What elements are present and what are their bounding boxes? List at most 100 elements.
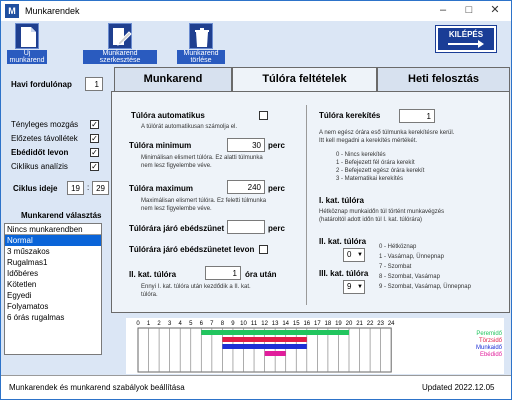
tab-munkarend[interactable]: Munkarend [114, 67, 232, 91]
tenyleges-mozgas-checkbox[interactable]: ✓ [90, 120, 99, 129]
hour-tick-label: 14 [282, 321, 289, 327]
kerekites-input[interactable]: 1 [399, 109, 435, 123]
exit-label: KILÉPÉS [448, 30, 484, 39]
kerekites-label: Túlóra kerekítés [319, 111, 381, 120]
minimize-icon[interactable]: – [431, 1, 455, 21]
i-kat-hint2: (határoltól adott időn túl I. kat. túlór… [319, 217, 423, 223]
timeline-bar-peremido[interactable] [201, 330, 349, 335]
ii-kat-select-value: 0 [347, 250, 352, 259]
hour-tick-label: 13 [272, 321, 279, 327]
ebedszunet-unit: perc [268, 224, 285, 233]
hour-tick-label: 4 [179, 321, 183, 327]
list-item[interactable]: Rugalmas1 [5, 257, 101, 268]
timeline-bar-munkaido[interactable] [222, 344, 307, 349]
ii-kat-unit: óra után [245, 270, 277, 279]
tab-tulora-feltetelek[interactable]: Túlóra feltételek [232, 67, 377, 92]
day-option: 0 - Hétköznap [379, 244, 417, 250]
ii-kat-hint2: túlóra. [141, 292, 158, 298]
app-window: M Munkarendek – □ ✕ Új munkarend Munkare… [0, 0, 512, 400]
ciklus-min-input[interactable]: 29 [92, 181, 109, 195]
ciklus-hour-input[interactable]: 19 [67, 181, 84, 195]
tab-bar: Munkarend Túlóra feltételek Heti feloszt… [111, 67, 511, 92]
hour-tick-label: 8 [221, 321, 225, 327]
arrow-right-icon [448, 40, 484, 48]
new-schedule-label: Új munkarend [7, 50, 47, 64]
list-item[interactable]: Nincs munkarendben [5, 224, 101, 235]
list-item[interactable]: Normal [5, 235, 101, 246]
tulora-auto-label: Túlóra automatikus [131, 111, 205, 120]
kerekites-option: 1 - Befejezett fél órára kerekít [336, 160, 415, 166]
hour-tick-label: 11 [251, 321, 258, 327]
ii-kat-hint1: Ennyi I. kat. túlóra után kezdődik a II.… [141, 284, 251, 290]
tulora-min-unit: perc [268, 141, 285, 150]
ebedszunet-input[interactable] [227, 220, 265, 234]
ebed-levon-checkbox[interactable] [259, 245, 268, 254]
havi-fordulonap-input[interactable]: 1 [85, 77, 103, 91]
hour-tick-label: 6 [200, 321, 204, 327]
hour-tick-label: 24 [388, 321, 395, 327]
exit-button[interactable]: KILÉPÉS [435, 25, 497, 53]
list-item[interactable]: Kötetlen [5, 279, 101, 290]
timeline-bar-torzsido[interactable] [222, 337, 307, 342]
ciklikus-analizis-label: Ciklikus analízis [11, 162, 68, 171]
tulora-min-hint2: nem lesz figyelembe véve. [141, 163, 212, 169]
title-bar: M Munkarendek – □ ✕ [1, 1, 511, 21]
schedule-listbox[interactable]: Nincs munkarendben Normal 3 műszakos Rug… [4, 223, 102, 355]
hour-tick-label: 22 [367, 321, 374, 327]
list-item[interactable]: Egyedi [5, 290, 101, 301]
ii-kat-label: II. kat. túlóra [129, 270, 177, 279]
close-icon[interactable]: ✕ [483, 1, 507, 21]
window-title: Munkarendek [25, 6, 80, 16]
hour-tick-label: 23 [377, 321, 384, 327]
tulora-min-input[interactable]: 30 [227, 138, 265, 152]
timeline-bar-ebedido[interactable] [264, 351, 286, 356]
toolbar: Új munkarend Munkarend szerkesztése Munk… [1, 21, 511, 65]
list-item[interactable]: Folyamatos [5, 301, 101, 312]
hour-tick-label: 12 [261, 321, 268, 327]
daily-timeline[interactable]: 0 1 2 3 4 5 6 7 8 9 10 11 12 13 14 15 16 17 18 19 20 21 22 23 24… [126, 318, 504, 374]
delete-schedule-button[interactable]: Munkarend törlése [177, 23, 225, 64]
tulora-auto-checkbox[interactable] [259, 111, 268, 120]
ii-kat-select[interactable]: 0 ▼ [343, 248, 365, 262]
elozetes-tavollet-label: Előzetes távollétek [11, 134, 78, 143]
kerekites-hint2: Itt kell megadni a kerekítés mértékét. [319, 138, 418, 144]
hour-tick-label: 3 [168, 321, 172, 327]
status-bar: Munkarendek és munkarend szabályok beáll… [1, 375, 511, 399]
tulora-auto-hint: A túlórát automatikusan számolja el. [141, 124, 238, 130]
hour-tick-label: 20 [346, 321, 353, 327]
hour-tick-label: 1 [147, 321, 151, 327]
iii-kat-select[interactable]: 9 ▼ [343, 280, 365, 294]
new-schedule-button[interactable]: Új munkarend [7, 23, 47, 64]
iii-kat-select-value: 9 [347, 282, 352, 291]
edit-schedule-button[interactable]: Munkarend szerkesztése [83, 23, 157, 64]
tulora-max-input[interactable]: 240 [227, 180, 265, 194]
elozetes-tavollet-checkbox[interactable]: ✓ [90, 134, 99, 143]
list-item[interactable]: 3 műszakos [5, 246, 101, 257]
delete-schedule-label: Munkarend törlése [177, 50, 225, 64]
ebed-levon-label: Túlórára járó ebédszünetet levon [129, 245, 255, 254]
ii-kat-input[interactable]: 1 [205, 266, 241, 280]
panel-divider [306, 105, 307, 305]
hour-tick-label: 7 [210, 321, 214, 327]
kerekites-option: 2 - Befejezett egész órára kerekít [336, 168, 425, 174]
updated-text: Updated 2022.12.05 [422, 383, 495, 392]
day-option: 9 - Szombat, Vasárnap, Ünnepnap [379, 284, 471, 290]
hour-tick-label: 16 [303, 321, 310, 327]
hour-tick-label: 18 [325, 321, 332, 327]
edit-document-icon [108, 23, 132, 49]
legend-label-torzsido: Törzsidő [479, 338, 503, 344]
chevron-down-icon: ▼ [357, 252, 363, 258]
list-item[interactable]: Időbéres [5, 268, 101, 279]
legend-label-munkaido: Munkaidő [476, 345, 503, 351]
list-item[interactable]: 6 órás rugalmas [5, 312, 101, 323]
time-colon: : [87, 183, 90, 192]
tulora-max-hint1: Maximálisan elismert túlóra. Ez feletti … [141, 198, 267, 204]
chevron-down-icon: ▼ [357, 284, 363, 290]
tab-heti-felosztas[interactable]: Heti felosztás [377, 67, 510, 91]
hour-tick-label: 17 [314, 321, 321, 327]
ciklikus-analizis-checkbox[interactable]: ✓ [90, 162, 99, 171]
maximize-icon[interactable]: □ [457, 1, 481, 21]
ii-kat-right-label: II. kat. túlóra [319, 237, 367, 246]
i-kat-hint1: Hétköznap munkaidőn túl történt munkavég… [319, 209, 445, 215]
ebedidot-levon-checkbox[interactable]: ✓ [90, 148, 99, 157]
